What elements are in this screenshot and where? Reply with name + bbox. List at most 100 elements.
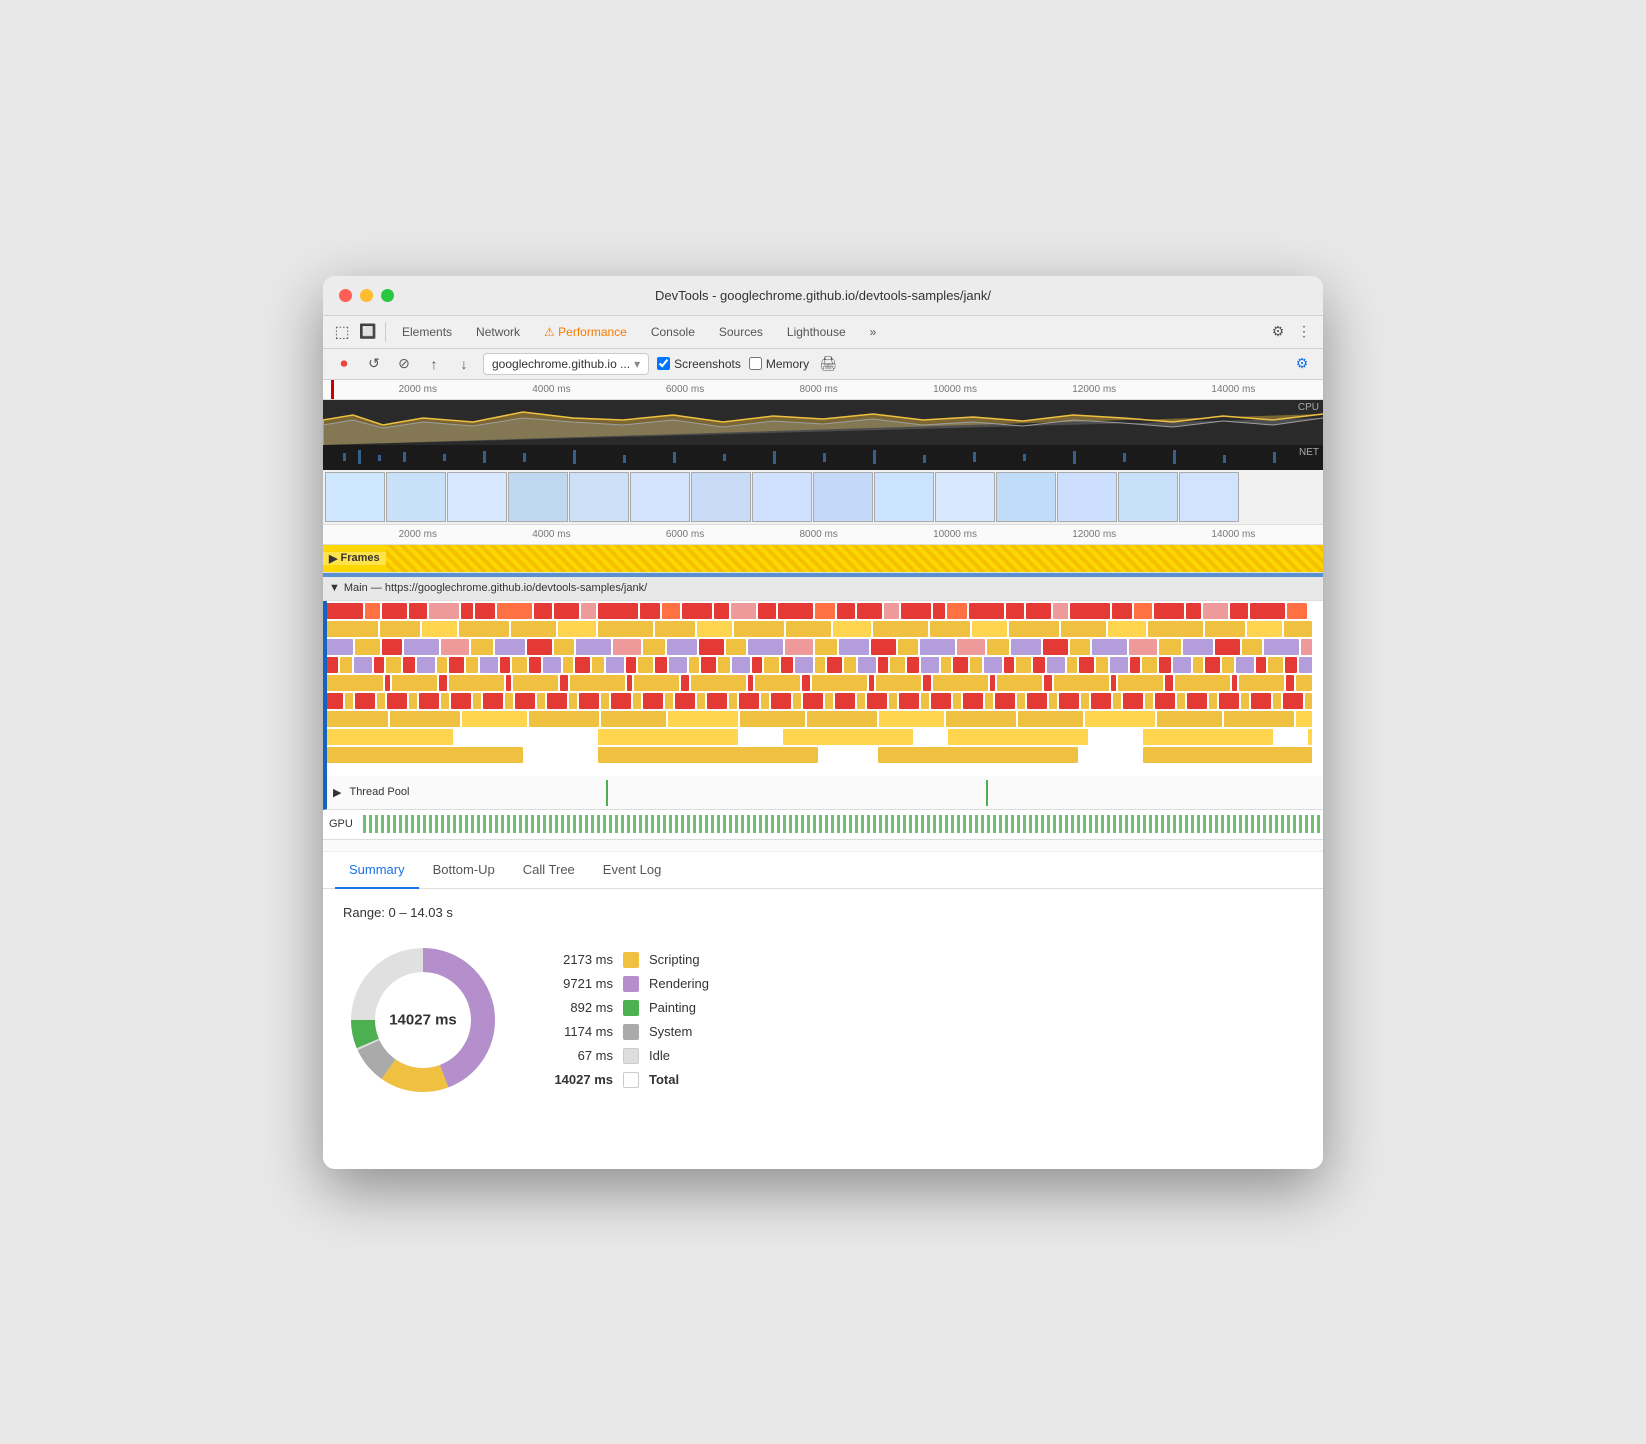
screenshots-checkbox[interactable] <box>657 357 670 370</box>
url-text: googlechrome.github.io ... <box>492 357 630 371</box>
tab-elements[interactable]: Elements <box>392 320 462 344</box>
ruler-mark-3: 6000 ms <box>666 384 704 395</box>
memory-checkbox[interactable] <box>749 357 762 370</box>
system-value: 1174 ms <box>543 1024 613 1039</box>
idle-value: 67 ms <box>543 1048 613 1063</box>
ruler2-mark-1: 2000 ms <box>399 529 437 540</box>
flame-chart[interactable]: // We'll just use inline SVG rects <box>323 601 1323 776</box>
legend-painting: 892 ms Painting <box>543 1000 709 1016</box>
ruler-mark-7: 14000 ms <box>1211 384 1255 395</box>
total-label: Total <box>649 1072 679 1087</box>
tab-lighthouse[interactable]: Lighthouse <box>777 320 856 344</box>
upload-button[interactable]: ↑ <box>423 353 445 375</box>
capture-settings-button[interactable]: ⚙ <box>1291 353 1313 375</box>
main-triangle: ▼ <box>329 582 340 594</box>
thread-pool-row: ▶ Thread Pool <box>323 776 1323 810</box>
idle-label: Idle <box>649 1048 670 1063</box>
system-swatch <box>623 1024 639 1040</box>
capture-settings-icon[interactable]: 🖨 <box>817 353 839 375</box>
tab-bar: ⬚ 🔲 Elements Network ⚠ Performance Conso… <box>323 316 1323 349</box>
tab-call-tree[interactable]: Call Tree <box>509 852 589 889</box>
tab-more[interactable]: » <box>860 320 887 344</box>
devtools-window: DevTools - googlechrome.github.io/devtoo… <box>323 276 1323 1169</box>
ruler2-mark-4: 8000 ms <box>799 529 837 540</box>
memory-label: Memory <box>766 357 809 371</box>
painting-swatch <box>623 1000 639 1016</box>
minimize-button[interactable] <box>360 289 373 302</box>
legend-table: 2173 ms Scripting 9721 ms Rendering 892 … <box>543 952 709 1088</box>
total-swatch <box>623 1072 639 1088</box>
total-value: 14027 ms <box>543 1072 613 1087</box>
frames-row: ▶ Frames <box>323 545 1323 573</box>
legend-system: 1174 ms System <box>543 1024 709 1040</box>
spacer-row <box>323 840 1323 852</box>
frames-triangle: ▶ <box>329 552 337 565</box>
legend-scripting: 2173 ms Scripting <box>543 952 709 968</box>
screenshots-label: Screenshots <box>674 357 741 371</box>
summary-content: Range: 0 – 14.03 s <box>323 889 1323 1169</box>
perf-toolbar: ⏺ ↺ ⊘ ↑ ↓ googlechrome.github.io ... ▾ S… <box>323 349 1323 380</box>
scripting-value: 2173 ms <box>543 952 613 967</box>
net-row: NET <box>323 445 1323 470</box>
url-dropdown-icon[interactable]: ▾ <box>634 357 640 371</box>
tab-console[interactable]: Console <box>641 320 705 344</box>
window-title: DevTools - googlechrome.github.io/devtoo… <box>655 288 991 303</box>
screenshots-row[interactable] <box>323 470 1323 525</box>
legend-total: 14027 ms Total <box>543 1072 709 1088</box>
tab-performance[interactable]: ⚠ Performance <box>534 320 637 344</box>
ruler2-mark-5: 10000 ms <box>933 529 977 540</box>
clear-button[interactable]: ⊘ <box>393 353 415 375</box>
gpu-row: GPU <box>323 810 1323 840</box>
more-icon[interactable]: ⋮ <box>1293 321 1315 343</box>
maximize-button[interactable] <box>381 289 394 302</box>
system-label: System <box>649 1024 692 1039</box>
rendering-value: 9721 ms <box>543 976 613 991</box>
cursor-icon[interactable]: ⬚ <box>331 321 353 343</box>
tab-summary[interactable]: Summary <box>335 852 419 889</box>
ruler-mark-4: 8000 ms <box>799 384 837 395</box>
url-display: googlechrome.github.io ... ▾ <box>483 353 649 375</box>
download-button[interactable]: ↓ <box>453 353 475 375</box>
inspect-icon[interactable]: 🔲 <box>357 321 379 343</box>
frames-stripes <box>386 545 1323 572</box>
time-ruler-bottom: 2000 ms 4000 ms 6000 ms 8000 ms 10000 ms… <box>323 525 1323 545</box>
screenshots-checkbox-container: Screenshots <box>657 357 741 371</box>
close-button[interactable] <box>339 289 352 302</box>
ruler2-mark-3: 6000 ms <box>666 529 704 540</box>
main-section-header: ▼ Main — https://googlechrome.github.io/… <box>323 577 1323 601</box>
donut-center-label: 14027 ms <box>389 1011 457 1028</box>
scripting-swatch <box>623 952 639 968</box>
ruler-mark-1: 2000 ms <box>399 384 437 395</box>
range-text: Range: 0 – 14.03 s <box>343 905 1303 920</box>
rendering-label: Rendering <box>649 976 709 991</box>
tab-event-log[interactable]: Event Log <box>589 852 676 889</box>
time-ruler-top: 2000 ms 4000 ms 6000 ms 8000 ms 10000 ms… <box>323 380 1323 400</box>
donut-chart: 14027 ms <box>343 940 503 1100</box>
ruler2-mark-6: 12000 ms <box>1072 529 1116 540</box>
ruler2-mark-2: 4000 ms <box>532 529 570 540</box>
frames-label: ▶ Frames <box>323 552 386 565</box>
reload-button[interactable]: ↺ <box>363 353 385 375</box>
cpu-row: CPU <box>323 400 1323 445</box>
summary-body: 14027 ms 2173 ms Scripting 9721 ms Rende… <box>343 940 1303 1100</box>
idle-swatch <box>623 1048 639 1064</box>
tab-sources[interactable]: Sources <box>709 320 773 344</box>
ruler2-mark-7: 14000 ms <box>1211 529 1255 540</box>
tab-bottom-up[interactable]: Bottom-Up <box>419 852 509 889</box>
ruler-mark-5: 10000 ms <box>933 384 977 395</box>
main-label: Main — https://googlechrome.github.io/de… <box>344 582 647 594</box>
legend-idle: 67 ms Idle <box>543 1048 709 1064</box>
ruler-mark-6: 12000 ms <box>1072 384 1116 395</box>
summary-tabs: Summary Bottom-Up Call Tree Event Log <box>323 852 1323 889</box>
ruler-mark-2: 4000 ms <box>532 384 570 395</box>
scripting-label: Scripting <box>649 952 700 967</box>
tab-network[interactable]: Network <box>466 320 530 344</box>
memory-checkbox-container: Memory <box>749 357 809 371</box>
painting-label: Painting <box>649 1000 696 1015</box>
rendering-swatch <box>623 976 639 992</box>
record-button[interactable]: ⏺ <box>333 353 355 375</box>
painting-value: 892 ms <box>543 1000 613 1015</box>
title-bar: DevTools - googlechrome.github.io/devtoo… <box>323 276 1323 316</box>
selection-indicator <box>323 573 1323 577</box>
settings-icon[interactable]: ⚙ <box>1267 321 1289 343</box>
